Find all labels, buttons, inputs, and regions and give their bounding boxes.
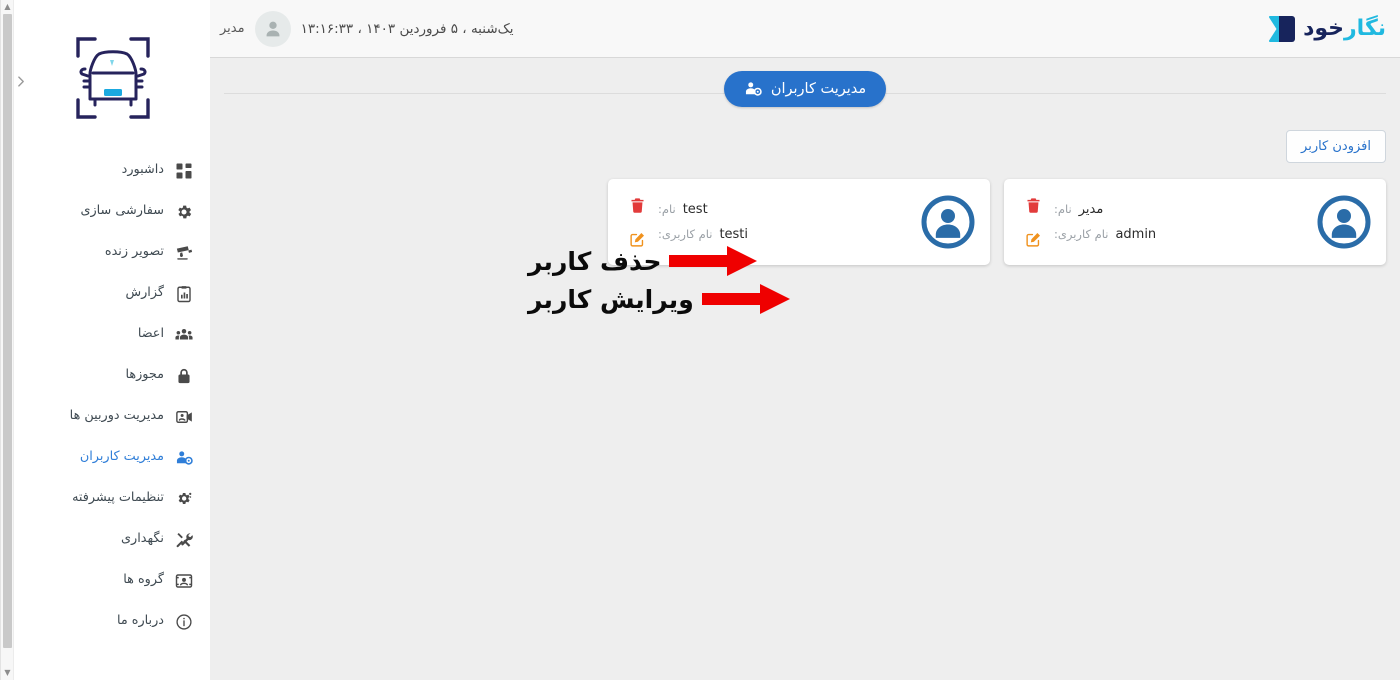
red-right-arrow [701,284,790,314]
users-gear-icon [744,80,763,99]
user-name-row: test نام: [658,202,708,217]
user-username-value: testi [719,227,749,242]
sidebar-item-label: گزارش [125,285,164,301]
info-circle-icon [173,611,194,632]
logo-text-cyan: نگار [1344,15,1386,41]
user-username-label: نام کاربری: [1054,227,1109,241]
sidebar-item-label: مجوزها [125,367,164,383]
sidebar-item-user-management[interactable]: مدیریت کاربران [15,437,196,478]
page-title-label: مدیریت کاربران [770,81,867,97]
annotation-edit-user: ویرایش کاربر [528,284,790,314]
lock-icon [173,365,194,386]
trash-icon[interactable] [1024,196,1042,214]
sidebar-scroll-area: داشبورد سفارشی سازی تصویر زنده گزارش اعض… [1,0,210,680]
topbar: نگارخود یک‌شنبه ، ۵ فروردین ۱۴۰۳ ، ۱۳:۱۶… [210,0,1400,58]
sidebar-item-label: داشبورد [121,162,164,178]
sidebar-nav: داشبورد سفارشی سازی تصویر زنده گزارش اعض… [15,150,210,642]
gear-advanced-icon [173,488,194,509]
user-username-row: testi نام کاربری: [658,227,748,242]
edit-square-icon[interactable] [1024,230,1042,248]
dashboard-grid-icon [173,160,194,181]
sidebar-item-label: تنظیمات پیشرفته [72,490,164,506]
cctv-camera-icon [173,242,194,263]
sidebar-item-permissions[interactable]: مجوزها [15,355,196,396]
datetime-label: یک‌شنبه ، ۵ فروردین ۱۴۰۳ ، ۱۳:۱۶:۳۳ [300,20,514,37]
chevron-logo-icon [1269,15,1296,42]
user-circle-icon [1316,194,1372,250]
user-name-label: نام: [1054,202,1072,216]
users-gear-icon [173,447,194,468]
sidebar-item-label: سفارشی سازی [80,203,164,219]
car-scan-icon [75,37,150,119]
user-name-row: مدیر نام: [1054,202,1103,217]
sidebar-item-members[interactable]: اعضا [15,314,196,355]
add-user-button[interactable]: افزودن کاربر [1286,130,1386,163]
user-card-fields: test نام: testi نام کاربری: [652,202,920,242]
annotation-label: حذف کاربر [528,246,662,276]
groups-frame-icon [173,570,194,591]
sidebar-item-label: درباره ما [116,613,164,629]
main-area: نگارخود یک‌شنبه ، ۵ فروردین ۱۴۰۳ ، ۱۳:۱۶… [210,0,1400,680]
gear-icon [173,201,194,222]
sidebar-item-report[interactable]: گزارش [15,273,196,314]
annotation-delete-user: حذف کاربر [528,246,758,276]
tools-icon [173,529,194,550]
user-card-fields: مدیر نام: admin نام کاربری: [1048,202,1316,242]
people-group-icon [173,324,194,345]
user-card[interactable]: مدیر نام: admin نام کاربری: [1004,179,1386,265]
app-logo[interactable]: نگارخود [1261,14,1386,44]
user-avatar-icon[interactable] [254,10,291,47]
app-root: ▲ ▼ داشبورد سفارشی سازی تصویر زنده گزارش… [0,0,1400,680]
camera-manage-icon [173,406,194,427]
sidebar-item-label: گروه ها [123,572,164,588]
sidebar-item-label: مدیریت دوربین ها [69,408,164,424]
page-title-row: مدیریت کاربران [210,58,1400,120]
user-cards-list: مدیر نام: admin نام کاربری: test نام: te… [210,163,1400,265]
user-name-value: مدیر [1078,202,1104,217]
sidebar-brand [15,0,210,150]
user-username-value: admin [1115,227,1157,242]
user-username-label: نام کاربری: [658,227,713,241]
sidebar-item-maintenance[interactable]: نگهداری [15,519,196,560]
user-name-label: نام: [658,202,676,216]
user-card-actions [1018,196,1048,248]
logo-text: نگارخود [1303,15,1386,41]
page-title[interactable]: مدیریت کاربران [723,71,887,107]
user-name-value: test [682,202,708,217]
sidebar-item-camera-management[interactable]: مدیریت دوربین ها [15,396,196,437]
topbar-user-name: مدیر [220,21,245,36]
sidebar-item-groups[interactable]: گروه ها [15,560,196,601]
sidebar-item-label: اعضا [137,326,164,342]
sidebar-item-label: نگهداری [121,531,164,547]
sidebar-item-live-view[interactable]: تصویر زنده [15,232,196,273]
chevron-right-icon[interactable] [7,68,33,94]
annotation-label: ویرایش کاربر [528,284,694,314]
action-row: افزودن کاربر [210,120,1400,163]
content-area: مدیریت کاربران افزودن کاربر مدیر نام: ad… [210,58,1400,680]
sidebar-item-advanced-settings[interactable]: تنظیمات پیشرفته [15,478,196,519]
red-right-arrow [669,246,758,276]
user-circle-icon [920,194,976,250]
sidebar-item-dashboard[interactable]: داشبورد [15,150,196,191]
trash-icon[interactable] [628,196,646,214]
sidebar-item-about[interactable]: درباره ما [15,601,196,642]
sidebar: ▲ ▼ داشبورد سفارشی سازی تصویر زنده گزارش… [0,0,210,680]
sidebar-item-customization[interactable]: سفارشی سازی [15,191,196,232]
user-box: یک‌شنبه ، ۵ فروردین ۱۴۰۳ ، ۱۳:۱۶:۳۳ مدیر [220,10,514,47]
user-username-row: admin نام کاربری: [1054,227,1156,242]
logo-text-dark: خود [1303,15,1345,41]
clipboard-chart-icon [173,283,194,304]
user-card-actions [622,196,652,248]
sidebar-item-label: تصویر زنده [104,244,164,260]
sidebar-item-label: مدیریت کاربران [79,449,164,465]
